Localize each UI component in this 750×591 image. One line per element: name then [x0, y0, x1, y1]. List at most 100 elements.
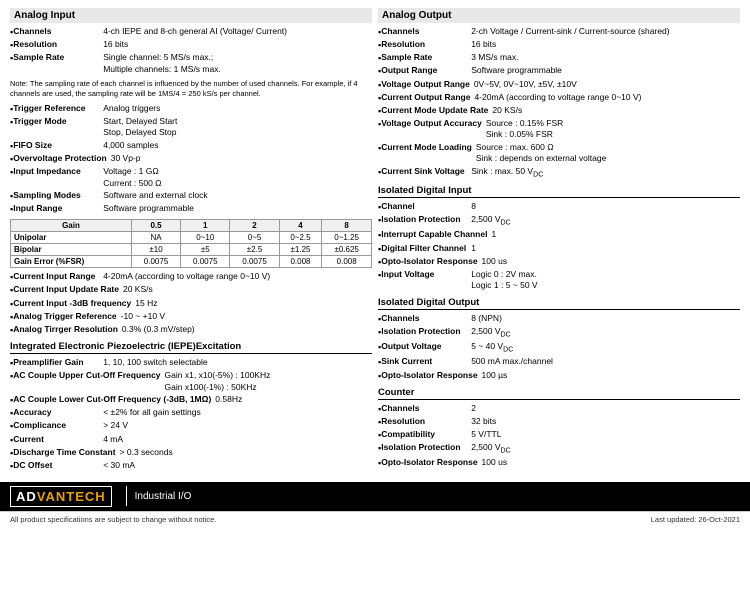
counter-value-compatibility: 5 V/TTL	[471, 429, 740, 441]
spec-value-discharge-time: > 0.3 seconds	[120, 447, 372, 459]
counter-specs: Channels 2 Resolution 32 bits Compatibil…	[378, 403, 740, 470]
counter-spec-channels: Channels 2	[378, 403, 740, 415]
ao-value-channels: 2-ch Voltage / Current-sink / Current-so…	[471, 26, 740, 38]
counter-spec-opto: Opto-Isolator Response 100 us	[378, 457, 740, 469]
ido-value-channels: 8 (NPN)	[471, 313, 740, 325]
ao-label-sink-voltage: Current Sink Voltage	[381, 166, 471, 180]
gain-val-error-1: 0.0075	[181, 256, 230, 268]
spec-label-analog-trigger-res: Analog Tirrger Resolution	[13, 324, 122, 336]
spec-current-input-range: Current Input Range 4-20mA (according to…	[10, 271, 372, 283]
ido-label-isolation: Isolation Protection	[381, 326, 471, 340]
gain-val-error-4: 0.008	[279, 256, 322, 268]
spec-analog-trigger-res: Analog Tirrger Resolution 0.3% (0.3 mV/s…	[10, 324, 372, 336]
spec-label-accuracy: Accuracy	[13, 407, 103, 419]
idi-spec-channel: Channel 8	[378, 201, 740, 213]
idi-label-isolation: Isolation Protection	[381, 214, 471, 228]
iepe-section-title: Integrated Electronic Piezoelectric (IEP…	[10, 341, 372, 354]
spec-sample-rate: Sample Rate Single channel: 5 MS/s max.;…	[10, 52, 372, 75]
content-area: Analog Input Channels 4-ch IEPE and 8-ch…	[0, 0, 750, 482]
gain-val-error-05: 0.0075	[131, 256, 180, 268]
gain-col-05: 0.5	[131, 220, 180, 232]
idi-spec-opto: Opto-Isolator Response 100 us	[378, 256, 740, 268]
spec-fifo: FIFO Size 4,000 samples	[10, 140, 372, 152]
spec-label-current-input-range: Current Input Range	[13, 271, 103, 283]
spec-value-accuracy: < ±2% for all gain settings	[103, 407, 372, 419]
spec-label-analog-trigger-ref: Analog Trigger Reference	[13, 311, 120, 323]
logo-vantech: VANTECH	[37, 489, 106, 504]
sampling-note: Note: The sampling rate of each channel …	[10, 79, 372, 99]
spec-dc-offset: DC Offset < 30 mA	[10, 460, 372, 472]
left-column: Analog Input Channels 4-ch IEPE and 8-ch…	[10, 8, 372, 476]
gain-val-bipolar-2: ±2.5	[230, 244, 279, 256]
spec-discharge-time: Discharge Time Constant > 0.3 seconds	[10, 447, 372, 459]
gain-val-unipolar-8: 0~1.25	[322, 232, 372, 244]
ao-label-current-range: Current Output Range	[381, 92, 474, 104]
idi-spec-input-voltage: Input Voltage Logic 0 : 2V max.Logic 1 :…	[378, 269, 740, 292]
spec-label-discharge-time: Discharge Time Constant	[13, 447, 119, 459]
footer-divider	[126, 486, 127, 506]
gain-label-unipolar: Unipolar	[11, 232, 132, 244]
analog-output-specs: Channels 2-ch Voltage / Current-sink / C…	[378, 26, 740, 180]
ao-spec-accuracy: Voltage Output Accuracy Source : 0.15% F…	[378, 118, 740, 141]
spec-current-input-update-rate: Current Input Update Rate 20 KS/s	[10, 284, 372, 296]
counter-label-compatibility: Compatibility	[381, 429, 471, 441]
ido-spec-output-voltage: Output Voltage 5 ~ 40 VDC	[378, 341, 740, 355]
ao-spec-current-range: Current Output Range 4-20mA (according t…	[378, 92, 740, 104]
ao-value-update-rate: 20 KS/s	[492, 105, 740, 117]
idi-spec-isolation: Isolation Protection 2,500 VDC	[378, 214, 740, 228]
spec-overvoltage: Overvoltage Protection 30 Vp-p	[10, 153, 372, 165]
right-column: Analog Output Channels 2-ch Voltage / Cu…	[378, 8, 740, 476]
ao-spec-sample-rate: Sample Rate 3 MS/s max.	[378, 52, 740, 64]
spec-label-channels: Channels	[13, 26, 103, 38]
idi-value-interrupt: 1	[491, 229, 740, 241]
gain-val-unipolar-05: NA	[131, 232, 180, 244]
footer-brand: ADVANTECH	[10, 486, 118, 507]
main-container: Analog Input Channels 4-ch IEPE and 8-ch…	[0, 0, 750, 527]
ido-spec-opto: Opto-Isolator Response 100 µs	[378, 370, 740, 382]
gain-val-bipolar-4: ±1.25	[279, 244, 322, 256]
spec-value-current-input-range: 4-20mA (according to voltage range 0~10 …	[103, 271, 372, 283]
idi-label-interrupt: Interrupt Capable Channel	[381, 229, 491, 241]
spec-value-current: 4 mA	[103, 434, 372, 446]
spec-label-overvoltage: Overvoltage Protection	[13, 153, 111, 165]
gain-col-1: 1	[181, 220, 230, 232]
spec-value-resolution: 16 bits	[103, 39, 372, 51]
trigger-specs: Trigger Reference Analog triggers Trigge…	[10, 103, 372, 216]
spec-label-sample-rate: Sample Rate	[13, 52, 103, 75]
spec-accuracy: Accuracy < ±2% for all gain settings	[10, 407, 372, 419]
isolated-digital-output-title: Isolated Digital Output	[378, 297, 740, 310]
spec-label-input-range: Input Range	[13, 203, 103, 215]
isolated-digital-output-specs: Channels 8 (NPN) Isolation Protection 2,…	[378, 313, 740, 382]
gain-row-error: Gain Error (%FSR) 0.0075 0.0075 0.0075 0…	[11, 256, 372, 268]
spec-value-input-impedance: Voltage : 1 GΩCurrent : 500 Ω	[103, 166, 372, 189]
spec-value-ac-upper: Gain x1, x10(-5%) : 100KHzGain x100(-1%)…	[165, 370, 372, 393]
idi-value-input-voltage: Logic 0 : 2V max.Logic 1 : 5 ~ 50 V	[471, 269, 740, 292]
analog-input-basic-specs: Channels 4-ch IEPE and 8-ch general AI (…	[10, 26, 372, 75]
idi-spec-digital-filter: Digital Filter Channel 1	[378, 243, 740, 255]
spec-value-input-range: Software programmable	[103, 203, 372, 215]
spec-label-preamp-gain: Preamplifier Gain	[13, 357, 103, 369]
ao-value-current-mode-loading: Source : max. 600 ΩSink : depends on ext…	[476, 142, 740, 165]
ido-label-opto: Opto-Isolator Response	[381, 370, 481, 382]
counter-value-isolation: 2,500 VDC	[471, 442, 740, 456]
spec-value-fifo: 4,000 samples	[103, 140, 372, 152]
footer-subtitle: Industrial I/O	[135, 491, 192, 502]
spec-current: Current 4 mA	[10, 434, 372, 446]
ido-value-isolation: 2,500 VDC	[471, 326, 740, 340]
right-column-header: Analog Output	[378, 8, 740, 23]
ido-label-sink-current: Sink Current	[381, 356, 471, 368]
ao-label-sample-rate: Sample Rate	[381, 52, 471, 64]
ao-label-accuracy: Voltage Output Accuracy	[381, 118, 486, 141]
counter-value-channels: 2	[471, 403, 740, 415]
spec-label-fifo: FIFO Size	[13, 140, 103, 152]
spec-label-current: Current	[13, 434, 103, 446]
ido-value-opto: 100 µs	[482, 370, 740, 382]
ao-value-voltage-range: 0V~5V, 0V~10V, ±5V, ±10V	[474, 79, 740, 91]
spec-value-ac-lower: 0.58Hz	[215, 394, 372, 406]
spec-label-sampling-modes: Sampling Modes	[13, 190, 103, 202]
ao-value-output-range: Software programmable	[471, 65, 740, 77]
left-column-header: Analog Input	[10, 8, 372, 23]
ao-label-voltage-range: Voltage Output Range	[381, 79, 474, 91]
ido-label-output-voltage: Output Voltage	[381, 341, 471, 355]
ao-value-sink-voltage: Sink : max. 50 VDC	[471, 166, 740, 180]
